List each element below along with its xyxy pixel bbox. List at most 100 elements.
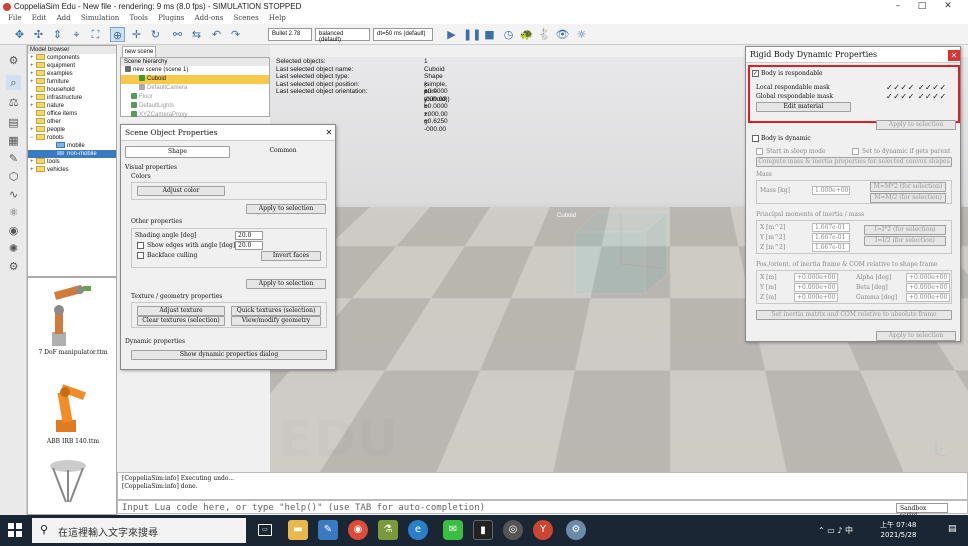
menu-add[interactable]: Add [57,14,71,22]
delta-robot-thumbnail[interactable] [38,456,98,514]
spyder-icon[interactable]: ⚗ [378,520,398,540]
menu-file[interactable]: File [8,14,21,22]
terminal-icon[interactable]: ▮ [473,520,493,540]
menu-tools[interactable]: Tools [129,14,147,22]
edge-icon[interactable]: e [408,520,428,540]
slow-down-icon[interactable]: 🐢 [519,27,534,42]
iz-field[interactable]: 1.667e-01 [812,243,850,252]
cuboid-object[interactable] [573,210,669,296]
close-icon[interactable]: ✕ [948,50,960,61]
pause-icon[interactable]: ❚❚ [463,27,481,42]
camera-angle-icon[interactable]: ⌖ [69,27,84,42]
manipulator-thumbnail[interactable] [38,280,98,350]
menu-plugins[interactable]: Plugins [158,14,184,22]
model-folder-non-mobile[interactable]: non-mobile [28,150,116,158]
undo-icon[interactable]: ↶ [209,27,224,42]
dynamics-icon[interactable]: ⚛ [6,205,21,220]
click-select-icon[interactable]: ⊕ [110,27,125,42]
hierarchy-item-camera[interactable]: DefaultCamera [121,84,269,93]
model-folder-furniture[interactable]: + furniture [28,78,116,86]
taskbar-search[interactable]: ⚲ 在這裡輸入文字來搜尋 [32,518,246,543]
stop-icon[interactable]: ■ [482,27,497,42]
zoom-icon[interactable]: ⌕ [6,75,21,90]
hierarchy-item-scene[interactable]: new scene (scene 1) [121,66,269,75]
menu-edit[interactable]: Edit [32,14,47,22]
model-folder-robots[interactable]: − robots [28,134,116,142]
px-field[interactable]: +0.000e+00 [794,273,838,282]
ix-field[interactable]: 1.667e-01 [812,223,850,232]
hierarchy-item-camera-proxy[interactable]: XYZCameraProxy [121,111,269,120]
model-folder-mobile[interactable]: mobile [28,142,116,150]
mass-field[interactable]: 1.000e+00 [812,186,850,195]
apply-selection-button[interactable]: Apply to selection [876,331,956,341]
shapes-edit-icon[interactable]: ⬡ [6,169,21,184]
clear-textures-button[interactable]: Clear textures (selection) [137,316,225,326]
timestep-select[interactable]: dt=50 ms (default) [373,28,433,41]
windows-start-icon[interactable] [8,523,22,537]
respondable-checkbox[interactable]: ✓ [752,70,759,77]
hierarchy-item-cuboid[interactable]: Cuboid [121,75,269,84]
mass-double-button[interactable]: M=M*2 (for selection) [870,182,946,192]
camera-rotate-icon[interactable]: ✣ [31,27,46,42]
hierarchy-item-floor[interactable]: Floor [121,93,269,102]
object-rotate-icon[interactable]: ↻ [148,27,163,42]
set-inertia-button[interactable]: Set inertia matrix and COM relative to a… [756,310,952,320]
edit-material-button[interactable]: Edit material [756,102,851,112]
show-dynamic-dialog-button[interactable]: Show dynamic properties dialog [131,350,327,360]
shading-field[interactable]: 20.0 [235,231,263,240]
abb-robot-thumbnail[interactable] [38,370,98,434]
mass-half-button[interactable]: M=M/2 (for selection) [870,193,946,203]
close-icon[interactable]: ✕ [323,127,335,138]
set-dynamic-checkbox[interactable] [852,148,859,155]
tab-shape[interactable]: Shape [125,146,230,158]
iy-field[interactable]: 1.667e-01 [812,233,850,242]
script-select[interactable]: Sandbox script [896,503,948,519]
physics-engine-select[interactable]: Bullet 2.78 [268,28,312,41]
tool-icon[interactable]: ⚙ [566,520,586,540]
apply-selection-button[interactable]: Apply to selection [246,204,326,214]
minimize-icon[interactable]: – [888,1,908,13]
sleep-checkbox[interactable] [756,148,763,155]
model-folder-components[interactable]: + components [28,54,116,62]
model-folder-office-items[interactable]: office items [28,110,116,118]
dynamic-checkbox[interactable] [752,135,759,142]
chrome-icon[interactable]: ◉ [348,520,368,540]
model-folder-people[interactable]: + people [28,126,116,134]
model-folder-vehicles[interactable]: + vehicles [28,166,116,174]
menu-scenes[interactable]: Scenes [234,14,259,22]
model-folder-other[interactable]: other [28,118,116,126]
scripts-icon[interactable]: ✎ [6,151,21,166]
camera-shift-icon[interactable]: ⇕ [50,27,65,42]
notification-icon[interactable]: ▤ [948,524,960,536]
gamma-field[interactable]: +0.000e+00 [906,293,950,302]
backface-checkbox[interactable] [137,252,144,259]
inertia-double-button[interactable]: I=I*2 (for selection) [864,225,946,235]
play-icon[interactable]: ▶ [444,27,459,42]
beta-field[interactable]: +0.000e+00 [906,283,950,292]
apply-selection-button[interactable]: Apply to selection [246,279,326,289]
line-icon[interactable]: ✉ [443,520,463,540]
tray-icons[interactable]: ⌃ ▭ ♪ 中 [818,525,853,536]
edges-field[interactable]: 20.0 [235,241,263,250]
file-explorer-icon[interactable]: ▬ [288,520,308,540]
app-circle-icon[interactable]: ◎ [503,520,523,540]
invert-faces-button[interactable]: Invert faces [261,251,321,261]
coppeliasim-icon[interactable]: Y [533,520,553,540]
realtime-icon[interactable]: ◷ [501,27,516,42]
show-edges-checkbox[interactable] [137,242,144,249]
local-mask-checks[interactable]: ✓✓✓✓ ✓✓✓✓ [886,83,947,92]
speed-up-icon[interactable]: 🐇 [537,27,552,42]
compute-mass-button[interactable]: Compute mass & inertia properties for se… [756,157,952,167]
object-shift-icon[interactable]: ✛ [129,27,144,42]
menu-help[interactable]: Help [269,14,286,22]
thread-render-icon[interactable]: 👁 [555,27,570,42]
model-folder-household[interactable]: household [28,86,116,94]
maximize-icon[interactable]: □ [912,1,932,13]
menu-addons[interactable]: Add-ons [195,14,224,22]
accuracy-select[interactable]: balanced (default) [315,28,370,43]
close-icon[interactable]: ✕ [938,1,958,13]
task-view-icon[interactable]: ▭ [258,524,272,536]
model-folder-tools[interactable]: + tools [28,158,116,166]
redo-icon[interactable]: ↷ [228,27,243,42]
extras-icon[interactable]: ⚙ [6,259,21,274]
